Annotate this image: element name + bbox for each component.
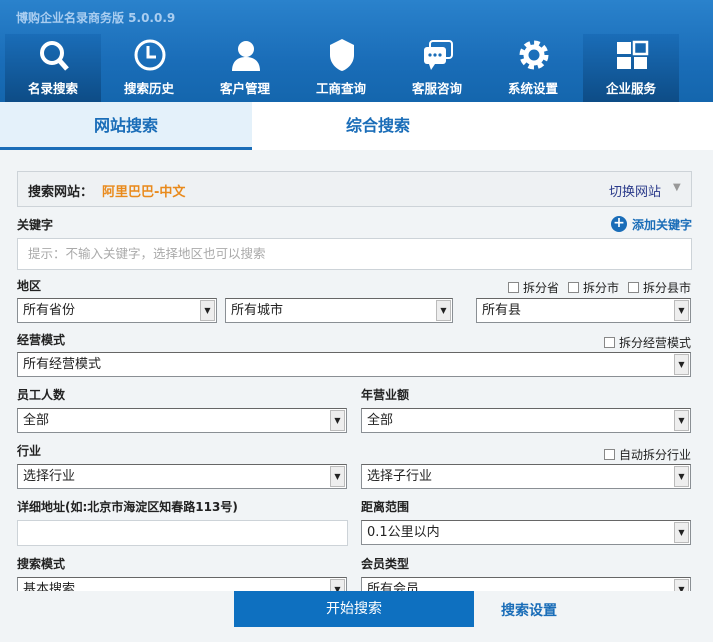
- mode-label: 经营模式: [17, 333, 66, 347]
- nav-enterprise[interactable]: 企业服务: [583, 34, 679, 102]
- keyword-input[interactable]: 提示：不输入关键字，选择地区也可以搜索: [17, 238, 692, 270]
- industry-select[interactable]: 选择行业 ▼: [17, 464, 347, 489]
- search-settings-link[interactable]: 搜索设置: [501, 600, 557, 620]
- start-search-button[interactable]: 开始搜索: [234, 591, 474, 627]
- nav-settings[interactable]: 系统设置: [485, 34, 581, 102]
- nav-search[interactable]: 名录搜索: [5, 34, 101, 102]
- address-input[interactable]: [17, 520, 348, 546]
- county-select[interactable]: 所有县 ▼: [476, 298, 691, 323]
- chevron-down-icon: ▼: [674, 579, 689, 591]
- address-label: 详细地址(如:北京市海淀区知春路113号): [17, 500, 238, 514]
- industry-label: 行业: [17, 444, 42, 458]
- split-province-checkbox[interactable]: 拆分省: [508, 279, 559, 296]
- member-label: 会员类型: [361, 557, 410, 571]
- distance-label: 距离范围: [361, 500, 410, 514]
- nav-service[interactable]: 客服咨询: [389, 34, 485, 102]
- chevron-down-icon: ▼: [436, 300, 451, 321]
- search-form: 搜索网站： 阿里巴巴-中文 切换网站 ▼ 关键字 + 添加关键字 提示：不输入关…: [0, 150, 713, 591]
- revenue-label: 年营业额: [361, 388, 410, 402]
- search-mode-select[interactable]: 基本搜索 ▼: [17, 577, 347, 591]
- split-industry-checkbox[interactable]: 自动拆分行业: [604, 446, 691, 463]
- staff-label: 员工人数: [17, 388, 66, 402]
- tab-combined-search[interactable]: 综合搜索: [252, 102, 504, 150]
- app-title: 博购企业名录商务版 5.0.0.9: [16, 11, 176, 25]
- dropdown-triangle-icon[interactable]: ▼: [673, 182, 681, 193]
- mode-select[interactable]: 所有经营模式 ▼: [17, 352, 691, 377]
- add-keyword-link[interactable]: 添加关键字: [632, 216, 692, 233]
- chevron-down-icon: ▼: [674, 300, 689, 321]
- switch-site-link[interactable]: 切换网站: [609, 181, 661, 200]
- staff-select[interactable]: 全部 ▼: [17, 408, 347, 433]
- region-label: 地区: [17, 279, 42, 293]
- gear-icon: [519, 40, 549, 70]
- site-value: 阿里巴巴-中文: [102, 185, 186, 200]
- province-select[interactable]: 所有省份 ▼: [17, 298, 217, 323]
- site-box: 搜索网站： 阿里巴巴-中文 切换网站 ▼: [17, 171, 692, 207]
- chevron-down-icon: ▼: [674, 354, 689, 375]
- split-mode-checkbox[interactable]: 拆分经营模式: [604, 334, 691, 351]
- grid-icon: [617, 40, 649, 69]
- city-select[interactable]: 所有城市 ▼: [225, 298, 453, 323]
- sub-industry-select[interactable]: 选择子行业 ▼: [361, 464, 691, 489]
- revenue-select[interactable]: 全部 ▼: [361, 408, 691, 433]
- chat-icon: [424, 40, 453, 70]
- shield-icon: [330, 39, 354, 71]
- split-county-checkbox[interactable]: 拆分县市: [628, 279, 691, 296]
- keyword-label: 关键字: [17, 218, 54, 232]
- chevron-down-icon: ▼: [330, 410, 345, 431]
- nav-history[interactable]: 搜索历史: [101, 34, 197, 102]
- nav-business[interactable]: 工商查询: [293, 34, 389, 102]
- site-label: 搜索网站：: [28, 185, 94, 200]
- header: 博购企业名录商务版 5.0.0.9 名录搜索 搜索历史 客户管理 工商查询 客服…: [0, 0, 713, 102]
- chevron-down-icon: ▼: [674, 522, 689, 543]
- add-icon[interactable]: +: [611, 216, 627, 232]
- tab-bar: 网站搜索 综合搜索: [0, 102, 713, 150]
- distance-select[interactable]: 0.1公里以内 ▼: [361, 520, 691, 545]
- nav-customers[interactable]: 客户管理: [197, 34, 293, 102]
- chevron-down-icon: ▼: [674, 410, 689, 431]
- member-select[interactable]: 所有会员 ▼: [361, 577, 691, 591]
- chevron-down-icon: ▼: [330, 466, 345, 487]
- tab-website-search[interactable]: 网站搜索: [0, 102, 252, 150]
- chevron-down-icon: ▼: [200, 300, 215, 321]
- split-city-checkbox[interactable]: 拆分市: [568, 279, 619, 296]
- search-icon: [40, 41, 69, 71]
- chevron-down-icon: ▼: [674, 466, 689, 487]
- search-mode-label: 搜索模式: [17, 557, 66, 571]
- chevron-down-icon: ▼: [330, 579, 345, 591]
- user-icon: [232, 41, 260, 71]
- clock-icon: [134, 39, 166, 71]
